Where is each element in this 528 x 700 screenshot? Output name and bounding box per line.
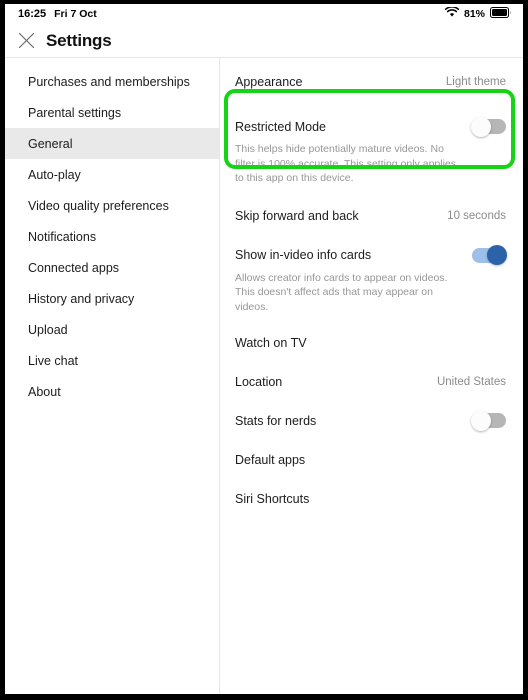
location-label: Location — [235, 374, 283, 389]
skip-forward-back-row[interactable]: Skip forward and back 10 seconds — [220, 202, 523, 231]
status-bar: 16:25 Fri 7 Oct 81% — [5, 4, 523, 24]
info-cards-row[interactable]: Show in-video info cards — [220, 241, 523, 270]
watch-on-tv-label: Watch on TV — [235, 335, 307, 350]
stats-for-nerds-toggle[interactable] — [471, 410, 506, 431]
sidebar-item-label: Auto-play — [28, 167, 81, 182]
status-bar-right: 81% — [444, 5, 512, 23]
sidebar-item-notifications[interactable]: Notifications — [5, 221, 219, 252]
restricted-mode-description: This helps hide potentially mature video… — [235, 143, 457, 184]
sidebar-item-label: General — [28, 136, 73, 151]
device-frame: 16:25 Fri 7 Oct 81% Settings Purchases a… — [0, 0, 528, 700]
skip-forward-back-label: Skip forward and back — [235, 209, 359, 223]
appearance-row[interactable]: Appearance Light theme — [220, 67, 523, 96]
default-apps-row[interactable]: Default apps — [220, 445, 523, 474]
toggle-knob — [471, 116, 491, 137]
battery-icon — [490, 5, 512, 23]
sidebar-item-label: Live chat — [28, 353, 79, 368]
skip-forward-back-value: 10 seconds — [447, 210, 506, 222]
appearance-value: Light theme — [445, 75, 506, 88]
sidebar-item-label: Parental settings — [28, 105, 122, 120]
stats-for-nerds-row[interactable]: Stats for nerds — [220, 406, 523, 435]
sidebar-item-label: Purchases and memberships — [28, 74, 190, 89]
sidebar-item-live-chat[interactable]: Live chat — [5, 345, 219, 376]
info-cards-label: Show in-video info cards — [235, 248, 372, 262]
info-cards-description: Allows creator info cards to appear on v… — [235, 271, 448, 313]
sidebar-item-general[interactable]: General — [5, 128, 219, 159]
sidebar-item-label: History and privacy — [28, 291, 135, 306]
sidebar-item-label: About — [28, 384, 61, 399]
location-value: United States — [436, 375, 506, 388]
sidebar-item-upload[interactable]: Upload — [5, 314, 219, 345]
toggle-knob — [487, 245, 507, 265]
status-bar-left: 16:25 Fri 7 Oct — [18, 8, 97, 20]
sidebar-item-label: Video quality preferences — [28, 198, 169, 213]
sidebar-item-history-and-privacy[interactable]: History and privacy — [5, 283, 219, 314]
location-row[interactable]: Location United States — [220, 367, 523, 396]
restricted-mode-label: Restricted Mode — [235, 119, 327, 134]
toggle-knob — [471, 410, 491, 431]
stats-for-nerds-label: Stats for nerds — [235, 413, 317, 428]
wifi-icon — [444, 5, 460, 23]
status-date: Fri 7 Oct — [54, 8, 97, 20]
screen: 16:25 Fri 7 Oct 81% Settings Purchases a… — [5, 4, 523, 694]
sidebar-item-connected-apps[interactable]: Connected apps — [5, 252, 219, 283]
split-panes: Purchases and memberships Parental setti… — [5, 58, 523, 694]
page-title: Settings — [46, 30, 112, 50]
sidebar-item-label: Notifications — [28, 229, 97, 244]
sidebar-item-about[interactable]: About — [5, 376, 219, 407]
default-apps-label: Default apps — [235, 452, 306, 467]
siri-shortcuts-row[interactable]: Siri Shortcuts — [220, 484, 523, 513]
status-time: 16:25 — [18, 8, 47, 20]
watch-on-tv-row[interactable]: Watch on TV — [220, 328, 523, 357]
restricted-mode-row[interactable]: Restricted Mode — [220, 112, 523, 141]
sidebar-item-purchases-and-memberships[interactable]: Purchases and memberships — [5, 66, 219, 97]
restricted-mode-toggle[interactable] — [471, 116, 506, 137]
close-icon[interactable] — [15, 30, 37, 52]
appearance-label: Appearance — [235, 74, 303, 89]
general-settings-panel: Appearance Light theme Restricted Mode T… — [220, 58, 523, 694]
siri-shortcuts-label: Siri Shortcuts — [235, 491, 310, 506]
sidebar-item-parental-settings[interactable]: Parental settings — [5, 97, 219, 128]
sidebar-item-video-quality-preferences[interactable]: Video quality preferences — [5, 190, 219, 221]
app-header: Settings — [5, 24, 523, 57]
sidebar-item-auto-play[interactable]: Auto-play — [5, 159, 219, 190]
battery-percent-label: 81% — [463, 8, 485, 20]
sidebar-item-label: Upload — [28, 322, 68, 337]
info-cards-toggle[interactable] — [472, 245, 507, 265]
settings-sidebar: Purchases and memberships Parental setti… — [5, 58, 220, 694]
sidebar-item-label: Connected apps — [28, 260, 120, 275]
